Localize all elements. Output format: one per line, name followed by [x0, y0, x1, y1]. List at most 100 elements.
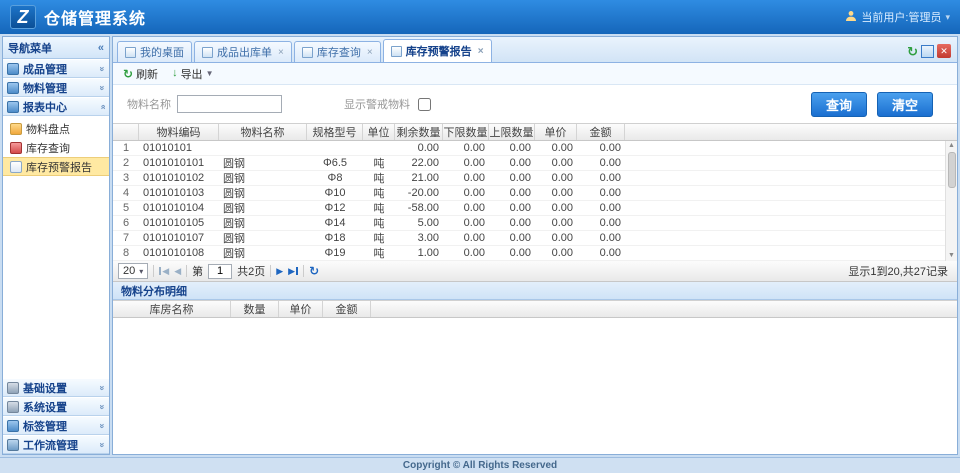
sidebar-group-5[interactable]: 系统设置»: [3, 397, 109, 416]
reload-icon[interactable]: ↻: [309, 265, 319, 277]
detail-column-header[interactable]: 数量: [231, 301, 279, 317]
sidebar-item[interactable]: 库存预警报告: [3, 157, 109, 176]
tab-4[interactable]: 库存预警报告×: [383, 39, 492, 62]
scrollbar-down-icon[interactable]: ▼: [948, 251, 955, 261]
column-header[interactable]: 金额: [577, 124, 625, 140]
cell: 圆钢: [219, 186, 307, 200]
cell: 0.00: [577, 246, 625, 260]
chevron-down-icon: »: [97, 85, 107, 90]
cell: 0.00: [489, 216, 535, 230]
detail-column-header[interactable]: 金额: [323, 301, 371, 317]
maximize-icon[interactable]: [921, 45, 934, 58]
close-icon[interactable]: ×: [278, 47, 284, 58]
column-header[interactable]: 物料名称: [219, 124, 307, 140]
current-user-menu[interactable]: 当前用户:管理员 ▾: [845, 9, 950, 25]
last-page-button[interactable]: ▶: [288, 266, 298, 277]
row-filler: [625, 156, 957, 170]
chevron-up-icon: »: [97, 104, 107, 109]
close-icon[interactable]: ×: [478, 46, 484, 57]
refresh-tabs-icon[interactable]: ↻: [907, 45, 918, 58]
tab-1[interactable]: 我的桌面: [117, 41, 192, 62]
first-page-button[interactable]: ◀: [159, 266, 169, 277]
search-button[interactable]: 查询: [811, 92, 867, 117]
sidebar-group-1[interactable]: 成品管理»: [3, 59, 109, 78]
vertical-scrollbar[interactable]: ▲ ▼: [945, 141, 957, 261]
cell: 0101010101: [139, 156, 219, 170]
column-header[interactable]: 单位: [363, 124, 395, 140]
scrollbar-up-icon[interactable]: ▲: [948, 141, 955, 151]
detail-grid-body: [113, 318, 957, 454]
cell: 0.00: [535, 186, 577, 200]
desktop-icon: [125, 47, 136, 58]
material-name-input[interactable]: [177, 95, 282, 113]
detail-column-header[interactable]: 库房名称: [113, 301, 231, 317]
sidebar-item-label: 库存查询: [26, 140, 70, 156]
sidebar-group-6[interactable]: 标签管理»: [3, 416, 109, 435]
scrollbar-thumb[interactable]: [948, 152, 956, 188]
close-icon[interactable]: ×: [367, 47, 373, 58]
column-header[interactable]: [113, 124, 139, 140]
sidebar-item[interactable]: 物料盘点: [3, 119, 109, 138]
detail-column-header[interactable]: 单价: [279, 301, 323, 317]
page-size-select[interactable]: 20 ▾: [118, 263, 148, 279]
table-row[interactable]: 20101010101圆钢Φ6.5吨22.000.000.000.000.00: [113, 156, 957, 171]
next-page-button[interactable]: ▶: [276, 266, 283, 277]
tab-3[interactable]: 库存查询×: [294, 41, 381, 62]
report-center-icon: [7, 101, 19, 113]
close-tab-icon[interactable]: ✕: [937, 44, 951, 58]
row-number: 6: [113, 216, 139, 230]
filter-buttons: 查询 清空: [811, 92, 943, 117]
clear-button[interactable]: 清空: [877, 92, 933, 117]
cell: 01010101: [139, 141, 219, 155]
table-row[interactable]: 1010101010.000.000.000.000.00: [113, 141, 957, 156]
column-header[interactable]: 下限数量: [443, 124, 489, 140]
cell: 0.00: [443, 231, 489, 245]
column-header[interactable]: 单价: [535, 124, 577, 140]
toolbar: ↻ 刷新 ↓ 导出 ▼: [113, 63, 957, 85]
column-header[interactable]: 物料编码: [139, 124, 219, 140]
row-number: 2: [113, 156, 139, 170]
chevron-down-icon: »: [97, 442, 107, 447]
table-row[interactable]: 80101010108圆钢Φ19吨1.000.000.000.000.00: [113, 246, 957, 261]
cell: 0101010104: [139, 201, 219, 215]
copyright-text: Copyright © All Rights Reserved: [403, 460, 557, 471]
show-warning-checkbox[interactable]: [418, 98, 431, 111]
table-row[interactable]: 60101010105圆钢Φ14吨5.000.000.000.000.00: [113, 216, 957, 231]
page-size-value: 20: [123, 265, 135, 277]
sidebar-group-3[interactable]: 报表中心 »: [3, 97, 109, 116]
sidebar-group-label: 系统设置: [23, 399, 67, 415]
sidebar-group-4[interactable]: 基础设置»: [3, 378, 109, 397]
export-button[interactable]: ↓ 导出 ▼: [168, 65, 217, 83]
cell: 0.00: [489, 141, 535, 155]
workflow-management-icon: [7, 439, 19, 451]
cell: 0.00: [535, 156, 577, 170]
cell: 0.00: [577, 216, 625, 230]
total-pages-label: 共2页: [237, 263, 265, 279]
refresh-button[interactable]: ↻ 刷新: [119, 65, 162, 83]
column-header[interactable]: 剩余数量: [395, 124, 443, 140]
page-input[interactable]: [208, 264, 232, 279]
cell: 0.00: [535, 141, 577, 155]
table-row[interactable]: 30101010102圆钢Φ8吨21.000.000.000.000.00: [113, 171, 957, 186]
column-header[interactable]: 上限数量: [489, 124, 535, 140]
tab-2[interactable]: 成品出库单×: [194, 41, 292, 62]
app-header: Z 仓储管理系统 当前用户:管理员 ▾: [0, 0, 960, 34]
column-header[interactable]: 规格型号: [307, 124, 363, 140]
sidebar-group-label: 报表中心: [23, 99, 67, 115]
collapse-sidebar-icon[interactable]: «: [98, 42, 104, 54]
sidebar-title: 导航菜单: [8, 40, 52, 56]
cell: -20.00: [395, 186, 443, 200]
export-label: 导出: [181, 66, 203, 82]
cell: [307, 141, 363, 155]
stock-query-tab-icon: [302, 47, 313, 58]
sidebar-group-7[interactable]: 工作流管理»: [3, 435, 109, 454]
table-row[interactable]: 50101010104圆钢Φ12吨-58.000.000.000.000.00: [113, 201, 957, 216]
sidebar-group-2[interactable]: 物料管理»: [3, 78, 109, 97]
sidebar-item[interactable]: 库存查询: [3, 138, 109, 157]
detail-header-filler: [371, 301, 957, 317]
main-area: 导航菜单 « 成品管理»物料管理» 报表中心 » 物料盘点库存查询库存预警报告基础设置…: [0, 34, 960, 457]
table-row[interactable]: 70101010107圆钢Φ18吨3.000.000.000.000.00: [113, 231, 957, 246]
prev-page-button[interactable]: ◀: [174, 266, 181, 277]
row-number: 4: [113, 186, 139, 200]
table-row[interactable]: 40101010103圆钢Φ10吨-20.000.000.000.000.00: [113, 186, 957, 201]
